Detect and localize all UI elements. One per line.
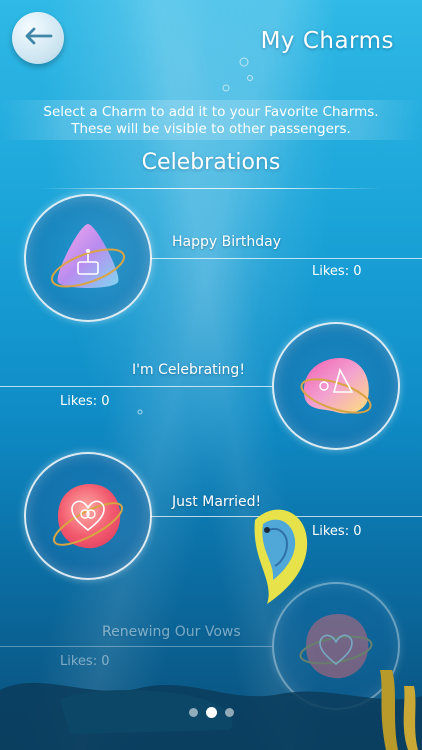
page-dot-1[interactable] xyxy=(188,708,198,717)
charm-divider xyxy=(150,258,422,259)
section-title: Celebrations xyxy=(141,150,281,175)
charm-likes: Likes: 0 xyxy=(312,524,362,539)
charm-bubble[interactable] xyxy=(24,194,152,322)
page-dot-2[interactable] xyxy=(205,707,217,718)
info-line-2: These will be visible to other passenger… xyxy=(71,121,351,137)
page-dot-3[interactable] xyxy=(224,708,234,717)
charm-label: I'm Celebrating! xyxy=(132,362,245,378)
charm-row-just-married[interactable]: Just Married! Likes: 0 xyxy=(0,452,422,582)
seabed-decoration xyxy=(0,670,422,750)
charm-likes: Likes: 0 xyxy=(60,394,110,409)
rings-heart-charm-icon xyxy=(52,484,124,549)
charm-row-happy-birthday[interactable]: Happy Birthday Likes: 0 xyxy=(0,194,422,324)
page-indicator xyxy=(0,707,422,718)
info-banner: Select a Charm to add it to your Favorit… xyxy=(0,100,422,140)
section-divider xyxy=(40,188,382,189)
party-hat-charm-icon xyxy=(300,358,372,414)
charm-bubble[interactable] xyxy=(272,322,400,450)
page-title: My Charms xyxy=(260,28,394,54)
charm-bubble[interactable] xyxy=(24,452,152,580)
charm-label: Happy Birthday xyxy=(172,234,281,250)
info-line-1: Select a Charm to add it to your Favorit… xyxy=(43,104,379,120)
arrow-left-icon xyxy=(23,26,53,50)
charm-row-im-celebrating[interactable]: I'm Celebrating! Likes: 0 xyxy=(0,322,422,452)
back-button[interactable] xyxy=(12,12,64,64)
charm-likes: Likes: 0 xyxy=(312,264,362,279)
charm-divider xyxy=(0,386,272,387)
birthday-cake-charm-icon xyxy=(50,224,126,288)
fish-decoration-icon xyxy=(254,509,308,604)
